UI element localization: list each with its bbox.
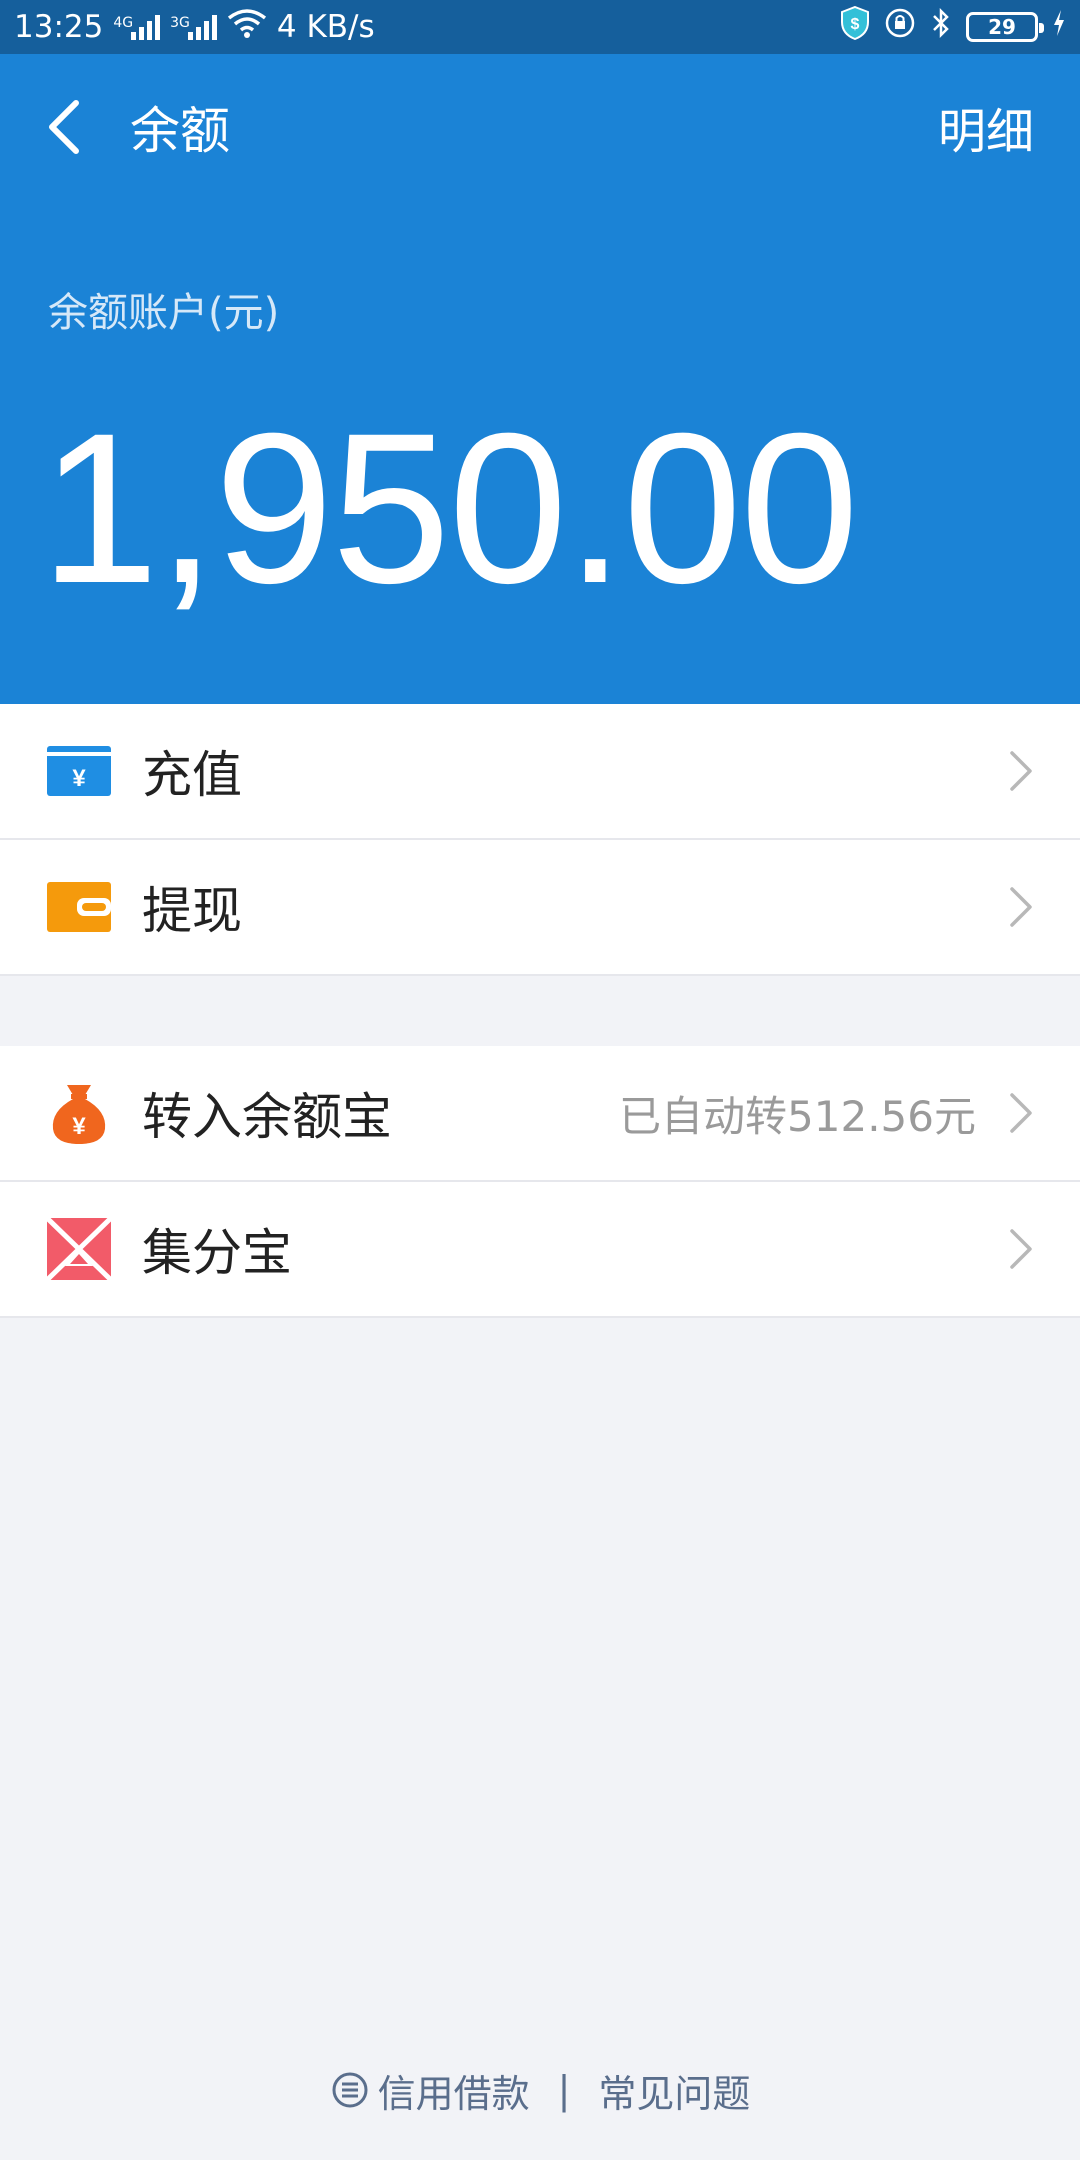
svg-text:¥: ¥ — [72, 765, 86, 792]
menu-group-1: ¥ 充值 提现 — [0, 704, 1080, 976]
credit-loan-link[interactable]: 信用借款 — [330, 2063, 530, 2118]
account-label: 余额账户(元) — [48, 290, 280, 336]
rotation-lock-icon — [884, 7, 916, 47]
network-speed: 4 KB/s — [276, 9, 375, 45]
withdraw-row[interactable]: 提现 — [0, 840, 1080, 976]
back-arrow-icon — [49, 100, 79, 154]
chevron-right-icon — [1010, 1229, 1032, 1269]
svg-text:¥: ¥ — [72, 1113, 86, 1140]
wifi-icon — [227, 8, 267, 46]
withdraw-label: 提现 — [142, 882, 242, 940]
security-shield-icon: $ — [840, 5, 870, 48]
yuebao-transfer-label: 转入余额宝 — [142, 1088, 392, 1146]
recharge-label: 充值 — [142, 746, 242, 804]
yuebao-transfer-row[interactable]: ¥ 转入余额宝 已自动转512.56元 — [0, 1046, 1080, 1182]
faq-link[interactable]: 常见问题 — [598, 2063, 750, 2118]
jifenbao-row[interactable]: 集分宝 — [0, 1182, 1080, 1318]
jifenbao-icon — [47, 1217, 111, 1281]
credit-loan-label: 信用借款 — [377, 2071, 530, 2116]
balance-amount: 1,950.00 — [40, 389, 859, 628]
network-3g-icon: 3G — [170, 14, 217, 40]
menu-group-2: ¥ 转入余额宝 已自动转512.56元 集分宝 — [0, 1046, 1080, 1318]
recharge-card-icon: ¥ — [47, 739, 111, 803]
footer-separator: | — [557, 2068, 571, 2112]
svg-text:$: $ — [851, 16, 860, 33]
chevron-right-icon — [1010, 1093, 1032, 1133]
network-4g-icon: 4G — [113, 14, 161, 40]
navigation-bar: 余额 明细 — [0, 54, 1080, 200]
detail-link[interactable]: 明细 — [938, 92, 1034, 162]
auto-transfer-status: 已自动转512.56元 — [619, 1091, 976, 1141]
balance-header: 余额 明细 余额账户(元) 1,950.00 — [0, 54, 1080, 704]
money-bag-icon: ¥ — [47, 1081, 111, 1145]
recharge-row[interactable]: ¥ 充值 — [0, 704, 1080, 840]
jifenbao-label: 集分宝 — [142, 1224, 292, 1282]
status-bar: 13:25 4G 3G 4 KB/s $ 29 — [0, 0, 1080, 54]
back-button[interactable] — [4, 54, 124, 200]
chevron-right-icon — [1010, 751, 1032, 791]
bluetooth-icon — [930, 7, 952, 47]
footer-links: 信用借款 | 常见问题 — [0, 2060, 1080, 2120]
status-time: 13:25 — [14, 9, 104, 45]
page-title: 余额 — [130, 102, 230, 160]
battery-icon: 29 — [966, 12, 1044, 42]
charging-icon — [1052, 9, 1066, 45]
wallet-icon — [47, 875, 111, 939]
chevron-right-icon — [1010, 887, 1032, 927]
credit-loan-icon — [332, 2072, 368, 2108]
